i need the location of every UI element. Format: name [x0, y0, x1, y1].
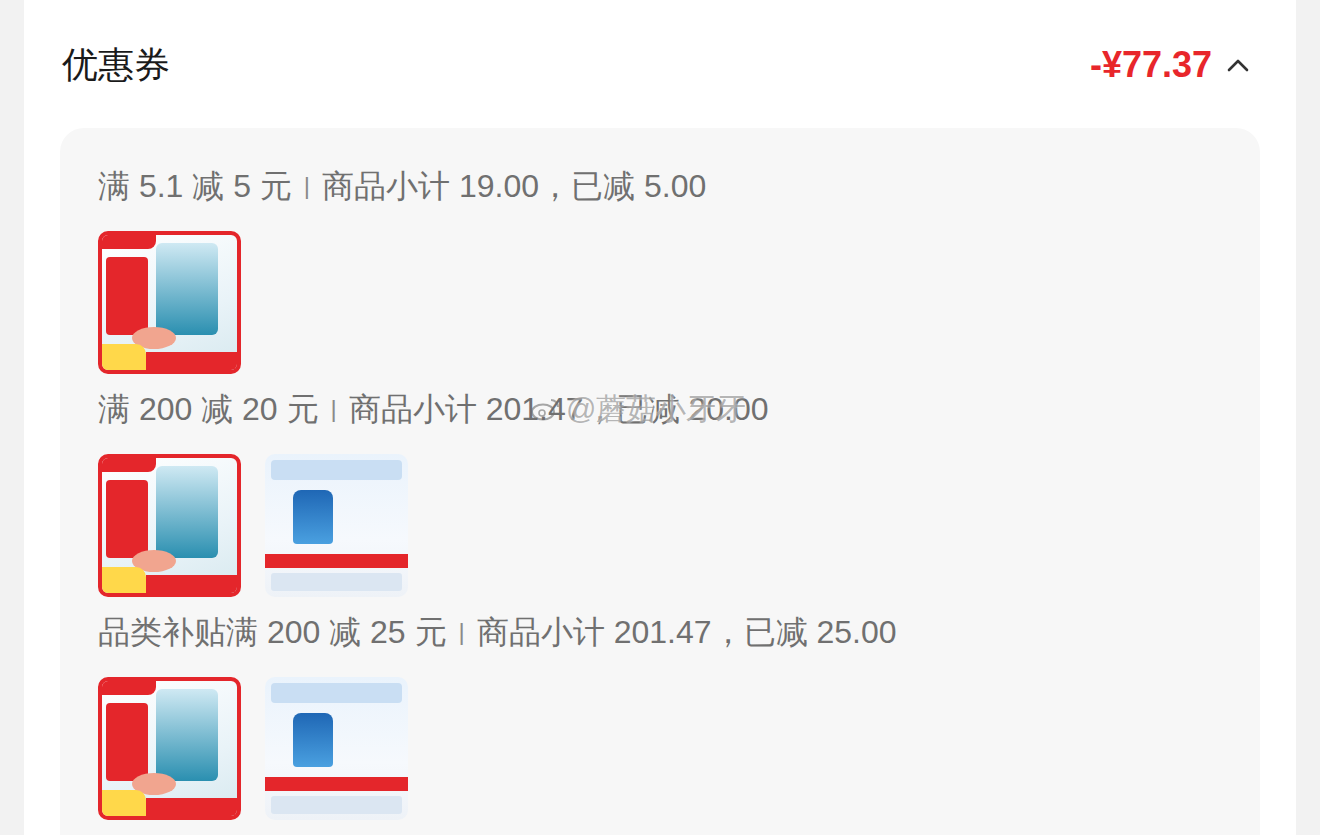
product-thumbnail[interactable]: [98, 454, 241, 597]
promo-tag: [102, 235, 156, 249]
coupon-detail: 商品小计 19.00，已减 5.00: [322, 164, 706, 208]
coupon-row: 满 200 减 20 元 | 商品小计 201.47，已减 20.00: [98, 387, 1240, 597]
bottle-icon: [293, 713, 333, 767]
promo-footer: [271, 796, 402, 814]
promo-tag: [102, 458, 156, 472]
product-thumbnail[interactable]: [98, 677, 241, 820]
coupon-label: 满 200 减 20 元: [98, 387, 319, 431]
product-list: [98, 677, 1240, 820]
promo-panel: [106, 257, 148, 335]
product-thumbnail[interactable]: [265, 454, 408, 597]
coupon-detail: 商品小计 201.47，已减 20.00: [349, 387, 769, 431]
coupon-total[interactable]: -¥77.37: [1090, 40, 1250, 90]
bottle-icon: [293, 490, 333, 544]
coupon-row: 品类补贴满 200 减 25 元 | 商品小计 201.47，已减 25.00: [98, 610, 1240, 820]
coupon-card: 优惠券 -¥77.37 满 5.1 减 5 元 | 商品小计 19.00，已减 5.00…: [24, 0, 1296, 835]
watermark-text: @蘑菇小牙牙: [566, 389, 746, 429]
coupon-label: 品类补贴满 200 减 25 元: [98, 610, 447, 654]
coupon-header[interactable]: 优惠券 -¥77.37: [60, 0, 1260, 90]
promo-footer: [271, 573, 402, 591]
product-thumbnail[interactable]: [98, 231, 241, 374]
coupon-line: 满 5.1 减 5 元 | 商品小计 19.00，已减 5.00: [98, 164, 1240, 208]
promo-strip: [146, 575, 237, 593]
page: 优惠券 -¥77.37 满 5.1 减 5 元 | 商品小计 19.00，已减 5.00…: [0, 0, 1320, 835]
promo-panel: [106, 480, 148, 558]
price-badge: [102, 344, 146, 370]
separator: |: [304, 164, 310, 208]
promo-band: [265, 777, 408, 791]
product-thumbnail[interactable]: [265, 677, 408, 820]
coupon-line: 品类补贴满 200 减 25 元 | 商品小计 201.47，已减 25.00: [98, 610, 1240, 654]
separator: |: [459, 610, 465, 654]
product-list: [98, 454, 1240, 597]
promo-strip: [146, 352, 237, 370]
food-bag-icon: [156, 243, 218, 335]
promo-strip: [146, 798, 237, 816]
food-bag-icon: [156, 689, 218, 781]
total-amount: -¥77.37: [1090, 40, 1212, 90]
watermark: @蘑菇小牙牙: [530, 389, 746, 429]
food-bag-icon: [156, 466, 218, 558]
price-badge: [102, 567, 146, 593]
coupon-row: 满 5.1 减 5 元 | 商品小计 19.00，已减 5.00: [98, 164, 1240, 374]
promo-tag: [102, 681, 156, 695]
coupon-panel: 满 5.1 减 5 元 | 商品小计 19.00，已减 5.00 满 200 减 20…: [60, 128, 1260, 835]
promo-header: [271, 683, 402, 703]
coupon-label: 满 5.1 减 5 元: [98, 164, 292, 208]
product-list: [98, 231, 1240, 374]
promo-header: [271, 460, 402, 480]
promo-panel: [106, 703, 148, 781]
coupon-title: 优惠券: [62, 40, 170, 90]
separator: |: [331, 387, 337, 431]
price-badge: [102, 790, 146, 816]
coupon-line: 满 200 减 20 元 | 商品小计 201.47，已减 20.00: [98, 387, 1240, 431]
promo-band: [265, 554, 408, 568]
coupon-detail: 商品小计 201.47，已减 25.00: [477, 610, 897, 654]
chevron-up-icon[interactable]: [1226, 58, 1250, 72]
weibo-icon: [530, 397, 560, 421]
